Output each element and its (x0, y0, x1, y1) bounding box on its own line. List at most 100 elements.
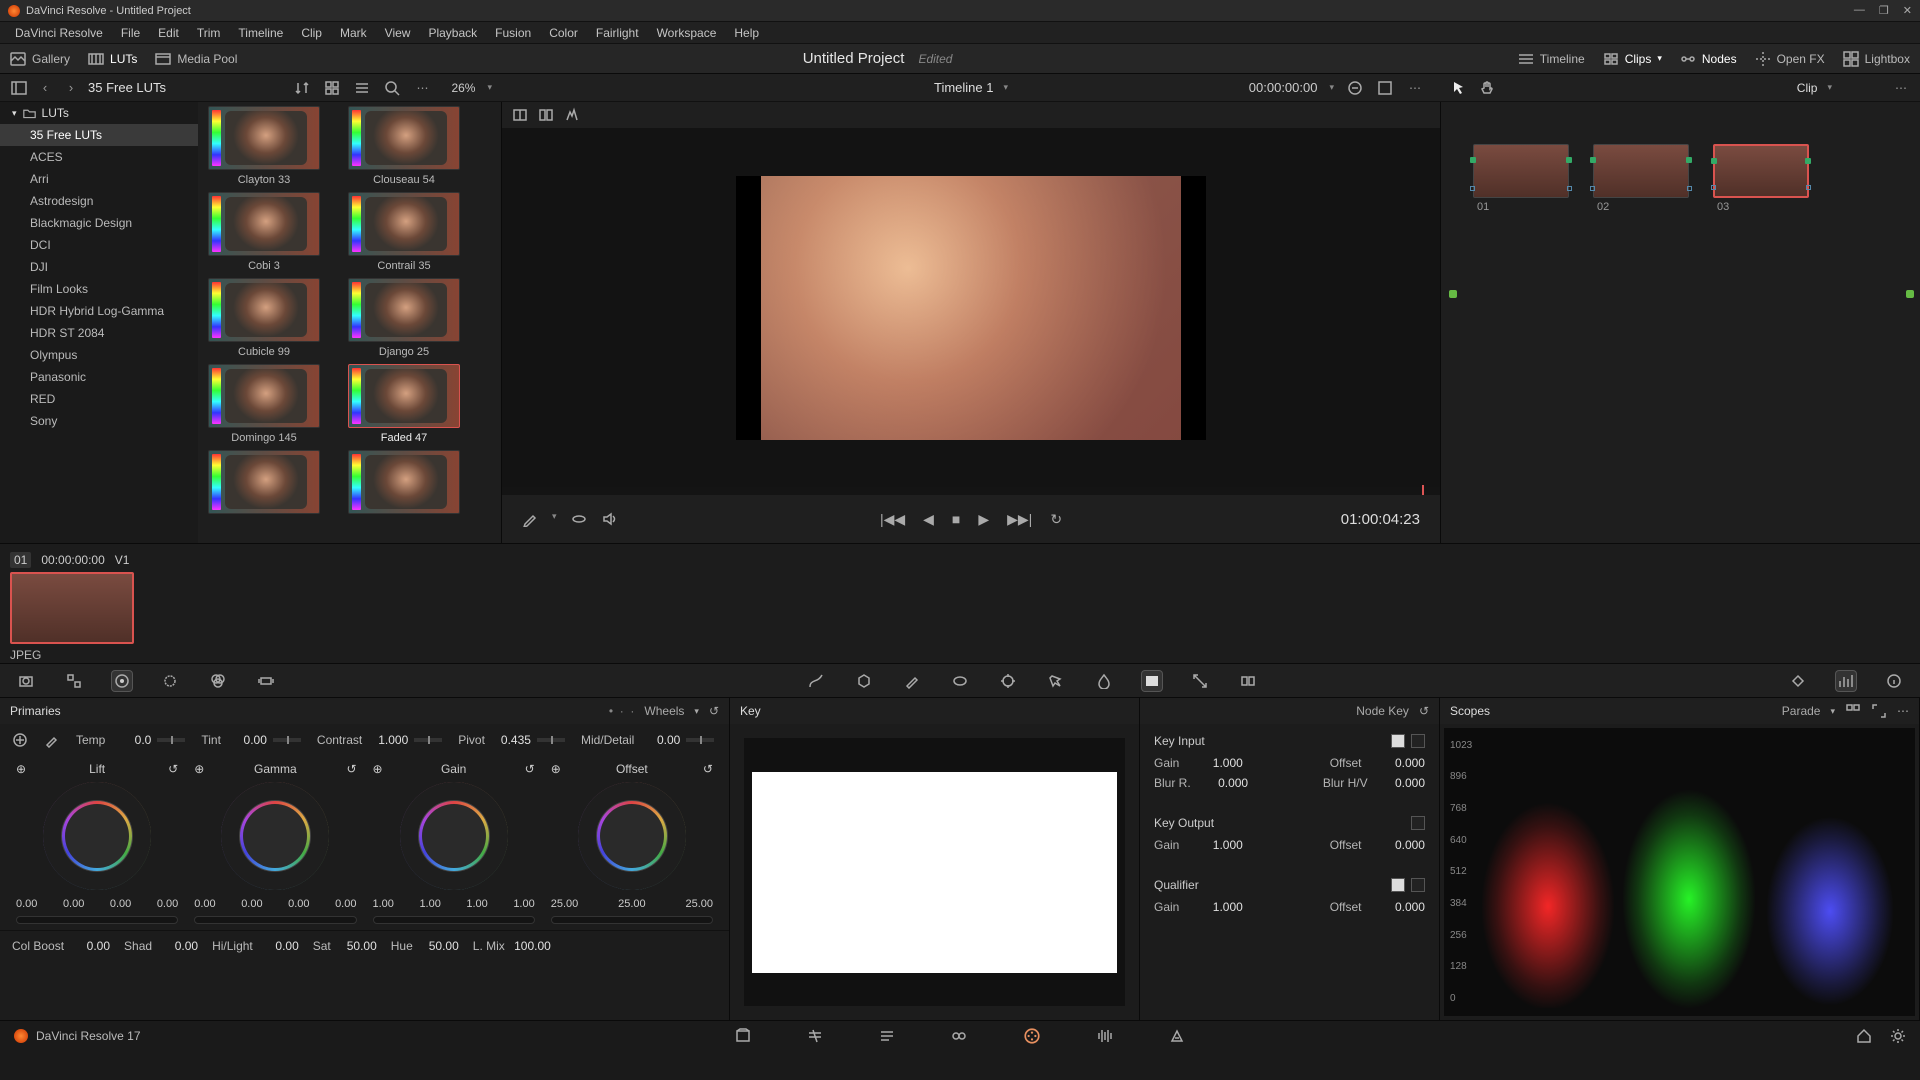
page-deliver[interactable] (1169, 1028, 1185, 1044)
lut-tree-item[interactable]: Sony (0, 410, 198, 432)
lut-tree-item[interactable]: HDR Hybrid Log-Gamma (0, 300, 198, 322)
page-edit[interactable] (879, 1028, 895, 1044)
play-button[interactable]: ▶ (978, 511, 989, 528)
lut-thumbnail[interactable]: Faded 47 (344, 364, 464, 444)
lut-tree-item[interactable]: Panasonic (0, 366, 198, 388)
lut-thumbnail[interactable]: Cubicle 99 (204, 278, 324, 358)
gallery-toggle[interactable]: Gallery (10, 51, 70, 67)
more-options-icon[interactable]: ⋯ (1406, 79, 1424, 97)
clips-toggle[interactable]: Clips ▾ (1603, 51, 1662, 67)
scope-options-icon[interactable] (1845, 703, 1861, 719)
lut-tree-item[interactable]: Blackmagic Design (0, 212, 198, 234)
lut-tree-item[interactable]: ACES (0, 146, 198, 168)
more-options-icon[interactable]: ⋯ (1897, 704, 1909, 718)
menu-playback[interactable]: Playback (419, 26, 486, 40)
wheels-mode-label[interactable]: Wheels (644, 704, 684, 718)
keyframes-icon[interactable] (1788, 671, 1808, 691)
chevron-down-icon[interactable]: ▾ (1329, 82, 1334, 93)
adjust-lmix[interactable]: L. Mix100.00 (473, 939, 551, 953)
viewer-viewport[interactable] (502, 128, 1440, 487)
split-screen-icon[interactable] (538, 107, 554, 123)
back-arrow-icon[interactable]: ‹ (36, 79, 54, 97)
window-minimize-button[interactable]: — (1854, 4, 1865, 17)
master-wheel-slider[interactable] (373, 916, 535, 924)
3d-icon[interactable] (1238, 671, 1258, 691)
reset-icon[interactable]: ↺ (703, 762, 713, 776)
key-icon[interactable] (1142, 671, 1162, 691)
adjust-pivot[interactable]: Pivot0.435 (458, 733, 565, 747)
wheel-picker-icon[interactable]: ⊕ (551, 762, 561, 776)
camera-raw-icon[interactable] (16, 671, 36, 691)
menu-fairlight[interactable]: Fairlight (587, 26, 648, 40)
color-match-icon[interactable] (64, 671, 84, 691)
bypass-icon[interactable] (1346, 79, 1364, 97)
menu-file[interactable]: File (112, 26, 149, 40)
motion-effects-icon[interactable] (256, 671, 276, 691)
first-frame-button[interactable]: |◀◀ (880, 511, 905, 528)
lut-thumbnail[interactable]: Domingo 145 (204, 364, 324, 444)
rgb-mixer-icon[interactable] (208, 671, 228, 691)
mute-icon[interactable] (601, 511, 617, 527)
matte-checkbox[interactable] (1411, 816, 1425, 830)
reset-icon[interactable]: ↺ (168, 762, 178, 776)
page-media[interactable] (735, 1028, 751, 1044)
last-frame-button[interactable]: ▶▶| (1007, 511, 1032, 528)
adjust-middetail[interactable]: Mid/Detail0.00 (581, 733, 714, 747)
sizing-icon[interactable] (1190, 671, 1210, 691)
lut-thumbnail[interactable] (204, 450, 324, 518)
lut-thumbnail[interactable]: Clouseau 54 (344, 106, 464, 186)
lut-tree-item[interactable]: Arri (0, 168, 198, 190)
hdr-icon[interactable] (160, 671, 180, 691)
search-icon[interactable] (383, 79, 401, 97)
menu-mark[interactable]: Mark (331, 26, 376, 40)
lut-thumbnail[interactable] (344, 450, 464, 518)
wheel-picker-icon[interactable]: ⊕ (194, 762, 204, 776)
corrector-node[interactable]: 03 (1713, 144, 1809, 213)
prev-frame-button[interactable]: ◀ (923, 511, 934, 528)
chevron-down-icon[interactable]: ▾ (694, 706, 699, 717)
viewer-zoom[interactable]: 26% (451, 81, 475, 95)
lut-tree-item[interactable]: RED (0, 388, 198, 410)
menu-color[interactable]: Color (540, 26, 587, 40)
sort-icon[interactable] (293, 79, 311, 97)
qualifier-picker-icon[interactable] (522, 511, 538, 527)
lut-tree-item[interactable]: Olympus (0, 344, 198, 366)
color-wheel[interactable] (578, 782, 686, 890)
image-wipe-icon[interactable] (512, 107, 528, 123)
master-wheel-slider[interactable] (16, 916, 178, 924)
wheel-picker-icon[interactable]: ⊕ (16, 762, 26, 776)
expand-viewer-icon[interactable] (1376, 79, 1394, 97)
menu-fusion[interactable]: Fusion (486, 26, 540, 40)
menu-trim[interactable]: Trim (188, 26, 230, 40)
lut-tree-root[interactable]: ▾ LUTs (0, 102, 198, 124)
source-timecode[interactable]: 00:00:00:00 (1249, 80, 1318, 95)
invert-checkbox[interactable] (1411, 878, 1425, 892)
lut-tree-item[interactable]: Film Looks (0, 278, 198, 300)
page-fusion[interactable] (951, 1028, 967, 1044)
openfx-toggle[interactable]: Open FX (1755, 51, 1825, 67)
adjust-tint[interactable]: Tint0.00 (201, 733, 301, 747)
reset-icon[interactable]: ↺ (709, 704, 719, 718)
lut-thumbnail[interactable]: Clayton 33 (204, 106, 324, 186)
adjust-sat[interactable]: Sat50.00 (313, 939, 377, 953)
adjust-temp[interactable]: Temp0.0 (76, 733, 185, 747)
sidebar-toggle-icon[interactable] (10, 79, 28, 97)
project-settings-button[interactable] (1890, 1028, 1906, 1044)
unmix-icon[interactable] (571, 511, 587, 527)
lut-thumbnail[interactable]: Contrail 35 (344, 192, 464, 272)
lut-tree-item[interactable]: Astrodesign (0, 190, 198, 212)
menu-davinci-resolve[interactable]: DaVinci Resolve (6, 26, 112, 40)
more-options-icon[interactable]: ⋯ (413, 79, 431, 97)
timeline-toggle[interactable]: Timeline (1518, 51, 1585, 67)
color-wheel[interactable] (221, 782, 329, 890)
menu-clip[interactable]: Clip (292, 26, 331, 40)
node-graph[interactable]: 010203 (1440, 102, 1920, 543)
node-mode-label[interactable]: Clip (1797, 81, 1818, 95)
adjust-hue[interactable]: Hue50.00 (391, 939, 459, 953)
menu-timeline[interactable]: Timeline (229, 26, 292, 40)
adjust-colboost[interactable]: Col Boost0.00 (12, 939, 110, 953)
home-button[interactable] (1856, 1028, 1872, 1044)
color-wheel[interactable] (400, 782, 508, 890)
qualifier-icon[interactable] (902, 671, 922, 691)
corrector-node[interactable]: 01 (1473, 144, 1569, 213)
